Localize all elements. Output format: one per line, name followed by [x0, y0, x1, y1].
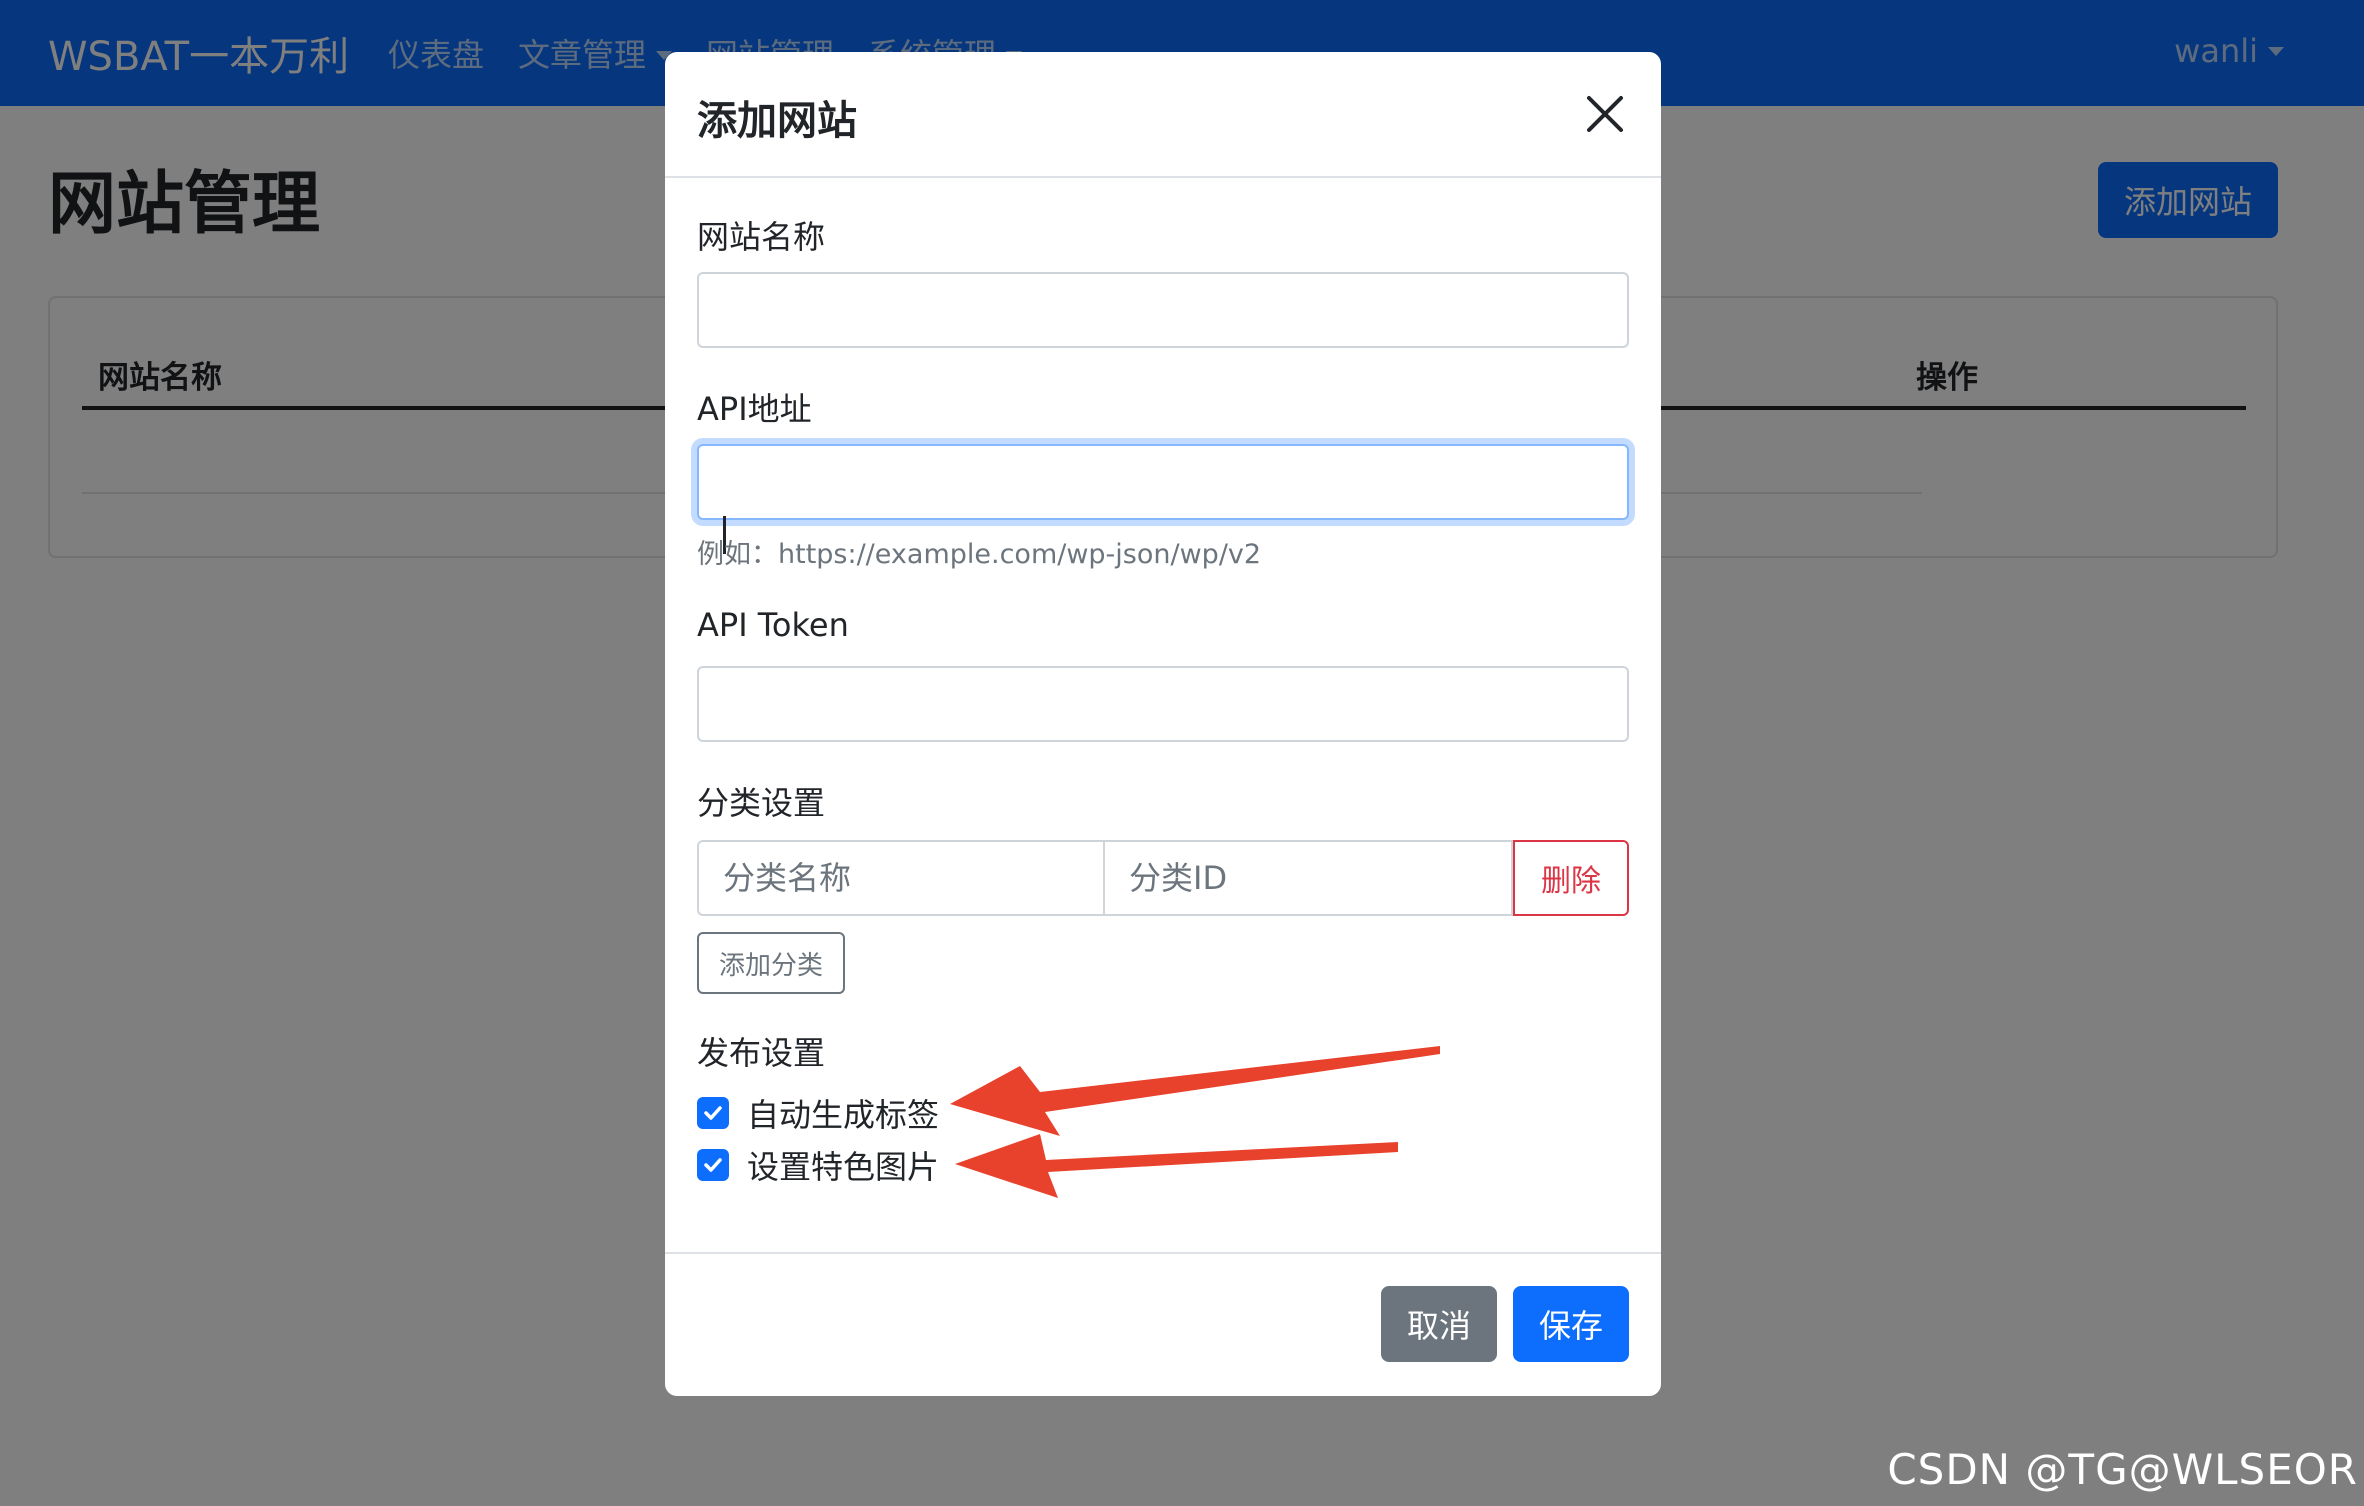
watermark: CSDN @TG@WLSEOR	[1887, 1445, 2358, 1494]
annotation-arrow-2	[955, 1134, 1398, 1198]
annotation-arrow-1	[950, 1046, 1440, 1136]
annotation-overlay	[950, 1046, 1440, 1198]
